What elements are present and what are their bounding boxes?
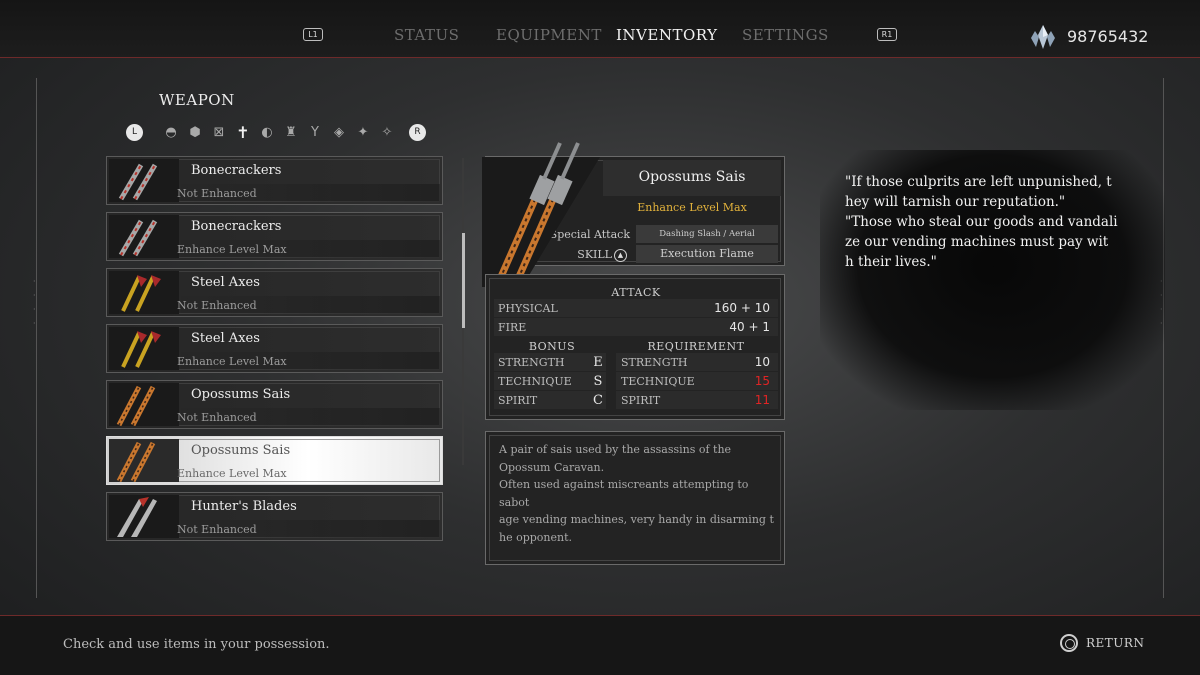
item-status: Enhance Level Max [177,243,287,256]
armor-icon[interactable]: ♜ [279,122,303,142]
triangle-button-icon: ▲ [614,249,627,262]
req-strength-value: 10 [754,355,770,369]
crossed-icon[interactable]: ⊠ [207,122,231,142]
physical-value: 160 + 10 [714,301,770,315]
list-item[interactable]: Hunter's Blades Not Enhanced [106,492,443,541]
req-strength-label: STRENGTH [621,356,688,369]
weapon-detail-header: Opossums Sais Enhance Level Max Special … [482,142,785,287]
req-technique-value: 15 [754,374,770,388]
item-name: Steel Axes [191,275,260,290]
fire-value: 40 + 1 [729,320,770,334]
weapon-list: Bonecrackers Not Enhanced Bonecrackers E… [106,156,443,548]
item-name: Opossums Sais [191,387,291,402]
list-item[interactable]: Steel Axes Not Enhanced [106,268,443,317]
bonus-technique-grade: S [593,374,603,389]
weapon-thumbnail-icon [109,439,179,482]
attack-title: ATTACK [611,286,661,299]
category-next-button[interactable]: R [409,123,426,141]
bonus-spirit-label: SPIRIT [498,394,538,407]
weapon-artwork-icon [482,142,600,287]
item-name: Steel Axes [191,331,260,346]
cross-icon[interactable]: ✝ [231,122,255,142]
crystal-icon [1031,25,1055,49]
currency-value: 98765432 [1067,27,1149,46]
tab-status[interactable]: STATUS [394,26,459,44]
star-icon[interactable]: ✦ [351,122,375,142]
list-item-selected[interactable]: Opossums Sais Enhance Level Max [106,436,443,485]
fire-label: FIRE [498,321,527,334]
bonus-title: BONUS [528,340,576,353]
category-prev-button[interactable]: L [126,123,143,141]
list-scrollbar-thumb[interactable] [462,233,465,328]
shuriken-icon[interactable]: ✧ [375,122,399,142]
tab-settings[interactable]: SETTINGS [742,26,829,44]
item-name: Hunter's Blades [191,499,297,514]
blade-icon[interactable]: ◈ [327,122,351,142]
item-status: Not Enhanced [177,523,257,536]
return-label: RETURN [1086,636,1145,650]
circle-button-icon [1060,634,1078,652]
req-technique-label: TECHNIQUE [621,375,695,388]
req-spirit-value: 11 [754,393,770,407]
r1-button-icon[interactable]: R1 [877,28,897,41]
weapon-stats-panel: ATTACK PHYSICAL 160 + 10 FIRE 40 + 1 BON… [485,274,785,420]
frame-left-dots: · · · · [33,277,36,328]
sword-icon[interactable]: ◐ [255,122,279,142]
special-attack-value: Dashing Slash / Aerial Whirlwind [636,225,778,257]
weapon-description: A pair of sais used by the assassins of … [499,443,774,544]
bonus-strength-label: STRENGTH [498,356,565,369]
item-name: Opossums Sais [191,443,291,458]
bottom-bar: Check and use items in your possession. … [0,615,1200,675]
item-name: Bonecrackers [191,219,282,234]
enhance-level: Enhance Level Max [637,201,747,214]
item-status: Not Enhanced [177,299,257,312]
list-item[interactable]: Opossums Sais Not Enhanced [106,380,443,429]
item-status: Enhance Level Max [177,467,287,480]
req-spirit-label: SPIRIT [621,394,661,407]
weapon-description-panel: A pair of sais used by the assassins of … [485,431,785,565]
skill-value: Execution Flame [636,245,778,263]
tab-inventory[interactable]: INVENTORY [616,26,718,44]
tab-equipment[interactable]: EQUIPMENT [496,26,602,44]
category-title: WEAPON [159,91,235,109]
l1-button-icon[interactable]: L1 [303,28,323,41]
bonus-strength-grade: E [593,355,603,370]
requirement-title: REQUIREMENT [647,340,745,353]
item-status: Not Enhanced [177,187,257,200]
item-status: Not Enhanced [177,411,257,424]
help-hint: Check and use items in your possession. [63,637,330,652]
weapon-name: Opossums Sais [638,169,746,185]
category-filter-row: L ◓ ⬢ ⊠ ✝ ◐ ♜ Y ◈ ✦ ✧ R [126,122,426,142]
bonus-technique-label: TECHNIQUE [498,375,572,388]
lore-text: "If those culprits are left unpunished, … [845,174,1118,270]
item-status: Enhance Level Max [177,355,287,368]
list-item[interactable]: Bonecrackers Enhance Level Max [106,212,443,261]
return-button[interactable]: RETURN [1060,634,1144,652]
physical-label: PHYSICAL [498,302,558,315]
list-item[interactable]: Steel Axes Enhance Level Max [106,324,443,373]
frame-left-line [36,78,37,598]
helmet-icon[interactable]: ◓ [159,122,183,142]
claw-icon[interactable]: Y [303,122,327,142]
top-bar: L1 STATUS EQUIPMENT INVENTORY SETTINGS R… [0,0,1200,58]
item-name: Bonecrackers [191,163,282,178]
bonus-spirit-grade: C [593,393,603,408]
shield-icon[interactable]: ⬢ [183,122,207,142]
list-item[interactable]: Bonecrackers Not Enhanced [106,156,443,205]
